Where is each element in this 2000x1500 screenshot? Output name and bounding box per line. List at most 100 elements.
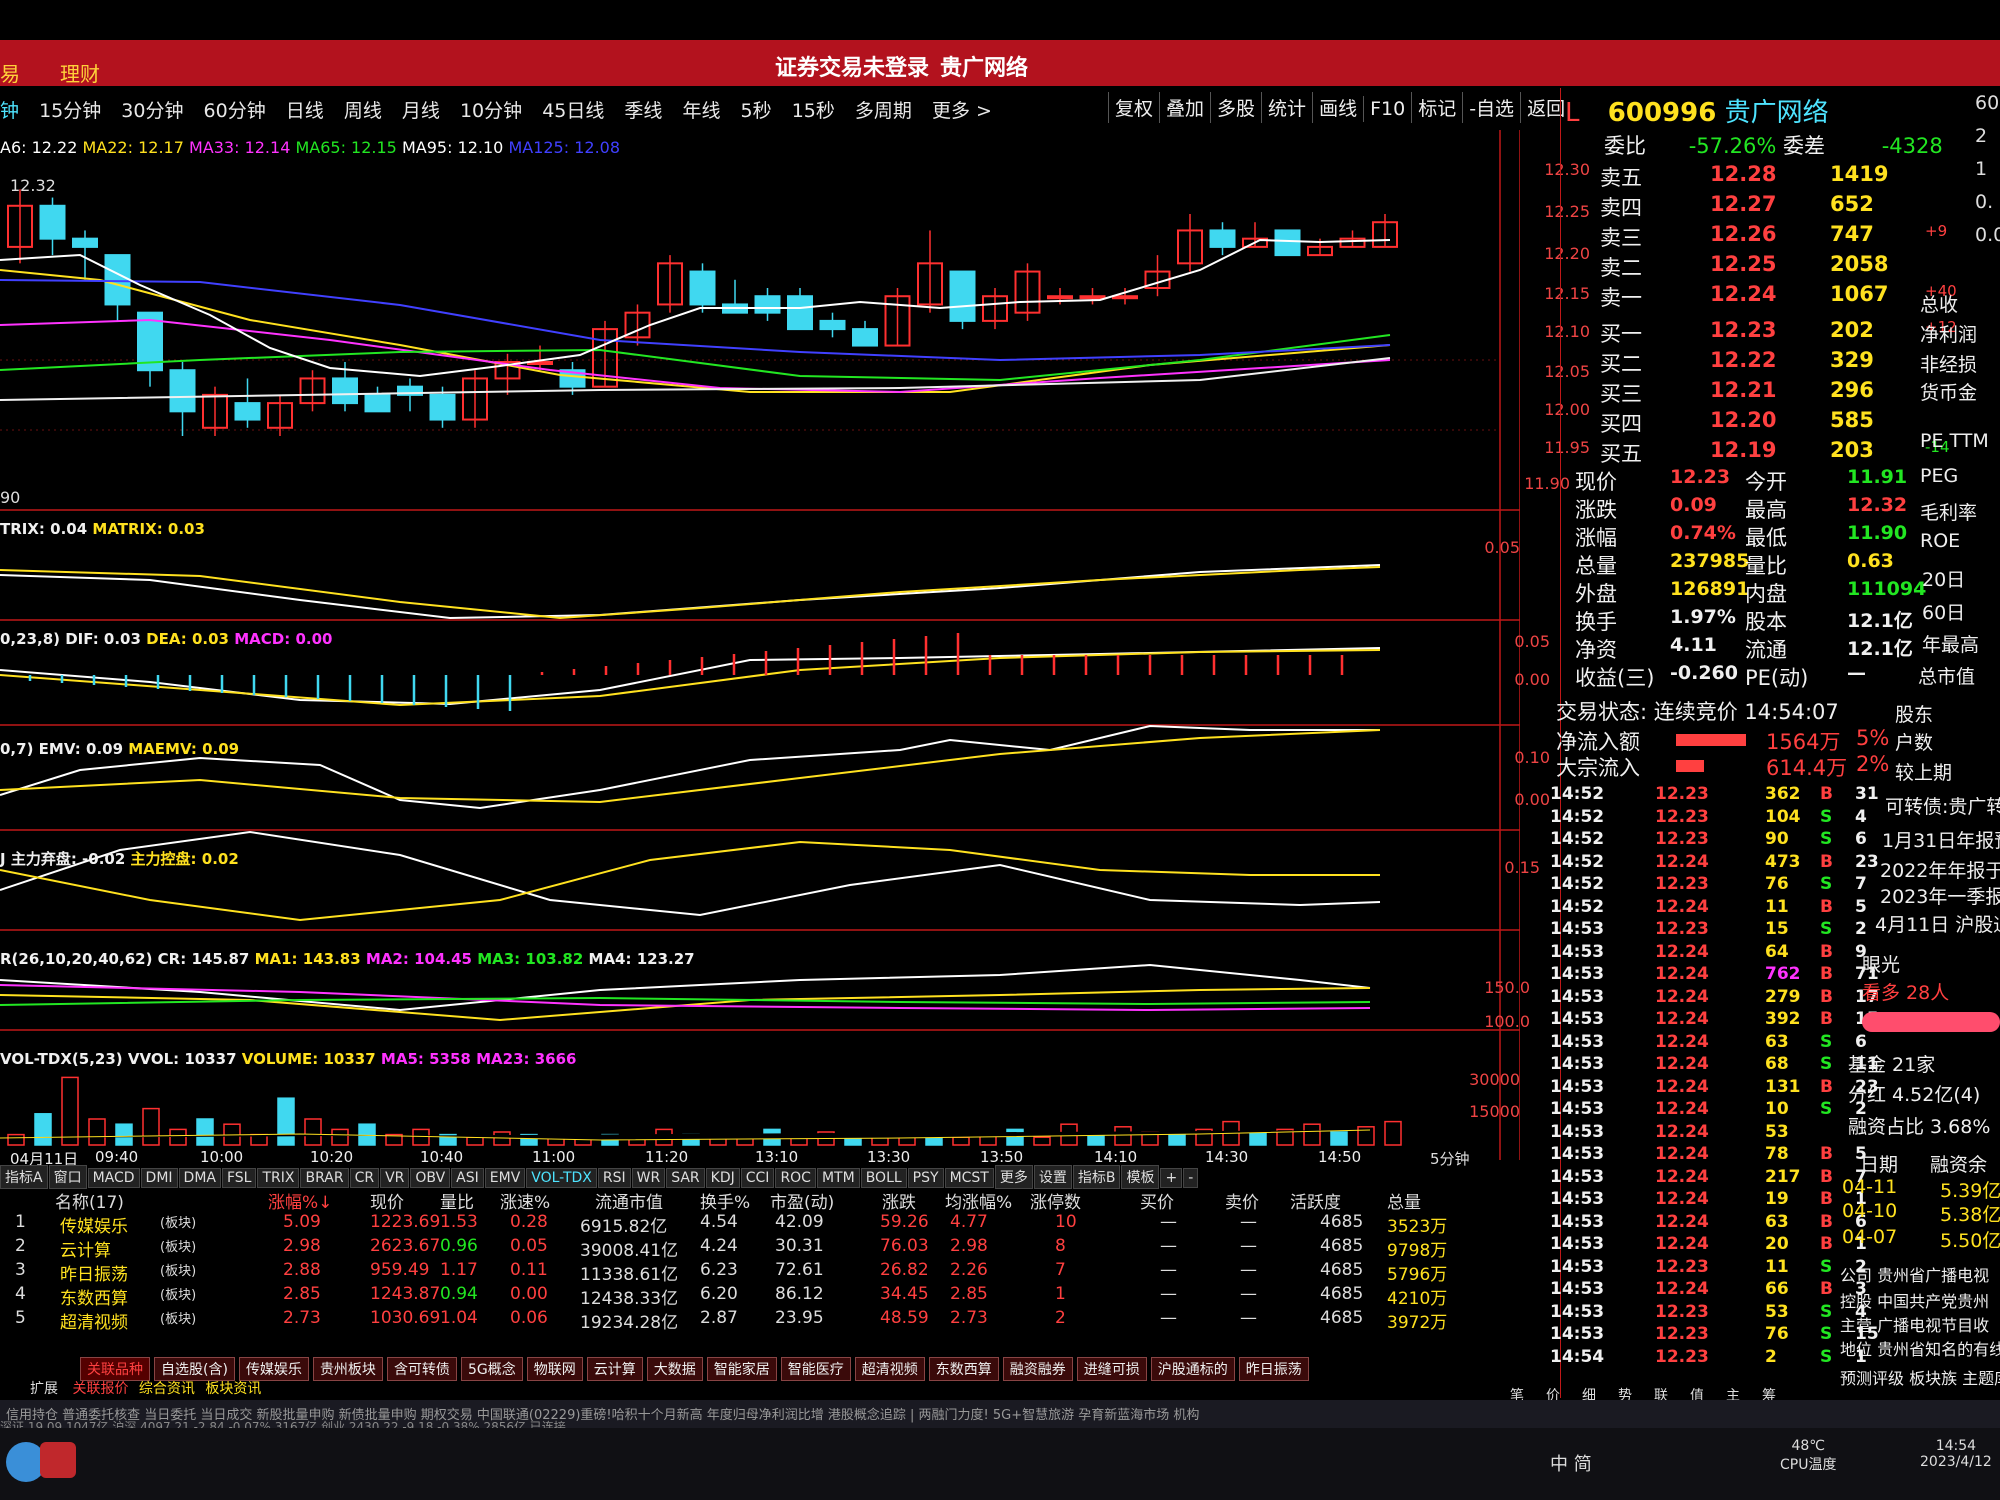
indicator-tab[interactable]: TRIX: [257, 1168, 300, 1188]
period-item[interactable]: 日线: [286, 100, 324, 122]
indicator-tab[interactable]: CR: [349, 1168, 380, 1188]
tool-draw-button[interactable]: 画线: [1312, 92, 1363, 123]
period-more[interactable]: 更多 >: [932, 100, 992, 122]
table-row[interactable]: 4 东数西算 (板块) 2.85 1243.87 0.94 0.00 12438.33亿 6.2…: [0, 1284, 1500, 1309]
indicator-tab[interactable]: 指标A: [0, 1165, 48, 1189]
sector-tab[interactable]: 昨日振荡: [1238, 1357, 1309, 1381]
indicator-tab[interactable]: 设置: [1033, 1165, 1072, 1189]
period-item[interactable]: 多周期: [855, 100, 912, 122]
ask-level[interactable]: 卖一 12.24 1067 +40: [1600, 282, 1957, 312]
period-item[interactable]: 5秒: [741, 100, 772, 122]
tool-f10-button[interactable]: F10: [1363, 96, 1411, 122]
sector-tab[interactable]: 进缝可损: [1076, 1357, 1147, 1381]
tab-sector-news[interactable]: 板块资讯: [205, 1381, 261, 1397]
bid-level[interactable]: 买三 12.21 296: [1600, 378, 1874, 408]
table-row[interactable]: 2 云计算 (板块) 2.98 2623.67 0.96 0.05 39008.41亿 4.24…: [0, 1236, 1500, 1261]
bid-level[interactable]: 买一 12.23 202 +12: [1600, 318, 1957, 348]
indicator-tab[interactable]: -: [1183, 1168, 1199, 1188]
col-header[interactable]: 涨跌: [882, 1188, 916, 1213]
indicator-tab[interactable]: 更多: [994, 1165, 1033, 1189]
indicator-tab[interactable]: BOLL: [860, 1168, 907, 1188]
indicator-tab[interactable]: CCI: [740, 1168, 775, 1188]
period-item[interactable]: 45日线: [542, 100, 604, 122]
ime-indicator[interactable]: 中 简: [1550, 1450, 1592, 1476]
sector-tab[interactable]: 含可转债: [386, 1357, 457, 1381]
tool-stats-button[interactable]: 统计: [1261, 92, 1312, 123]
tool-back-button[interactable]: 返回: [1520, 92, 1571, 123]
sector-tab[interactable]: 5G概念: [460, 1357, 523, 1381]
clock[interactable]: 14:54 2023/4/12: [1920, 1438, 1992, 1470]
table-row[interactable]: 3 昨日振荡 (板块) 2.88 959.49 1.17 0.11 11338.61亿 6.23…: [0, 1260, 1500, 1285]
indicator-tab[interactable]: MCST: [944, 1168, 994, 1188]
menu-finance[interactable]: 理财: [60, 58, 100, 87]
indicator-tab[interactable]: 窗口: [48, 1165, 87, 1189]
period-item[interactable]: 钟: [0, 100, 19, 122]
col-header[interactable]: 涨停数: [1030, 1188, 1081, 1213]
col-header[interactable]: 市盈(动): [770, 1188, 834, 1213]
indicator-tab[interactable]: +: [1160, 1168, 1183, 1188]
indicator-tab[interactable]: 模板: [1121, 1165, 1160, 1189]
sector-tab[interactable]: 融资融券: [1002, 1357, 1073, 1381]
col-header[interactable]: 名称(17): [55, 1188, 124, 1213]
table-row[interactable]: 5 超清视频 (板块) 2.73 1030.69 1.04 0.06 19234.28亿 2.8…: [0, 1308, 1500, 1333]
col-header[interactable]: 活跃度: [1290, 1188, 1341, 1213]
period-item[interactable]: 60分钟: [204, 100, 266, 122]
col-header[interactable]: 换手%: [700, 1188, 750, 1213]
indicator-tab[interactable]: 指标B: [1072, 1165, 1121, 1189]
indicator-tab[interactable]: BRAR: [300, 1168, 349, 1188]
col-header[interactable]: 均涨幅%: [945, 1188, 1012, 1213]
indicator-tab[interactable]: DMA: [178, 1168, 221, 1188]
period-item[interactable]: 月线: [402, 100, 440, 122]
indicator-tab[interactable]: ROC: [775, 1168, 816, 1188]
ask-level[interactable]: 卖五 12.28 1419: [1600, 162, 1888, 192]
col-header[interactable]: 买价: [1140, 1188, 1174, 1213]
sector-tab[interactable]: 东数西算: [928, 1357, 999, 1381]
tab-expand[interactable]: 扩展: [30, 1381, 58, 1397]
indicator-tab[interactable]: ASI: [451, 1168, 484, 1188]
tab-related-quote[interactable]: 关联报价: [72, 1381, 128, 1397]
app-icon[interactable]: [40, 1442, 76, 1478]
period-item[interactable]: 15秒: [792, 100, 835, 122]
period-item[interactable]: 15分钟: [39, 100, 101, 122]
bid-level[interactable]: 买四 12.20 585: [1600, 408, 1874, 438]
period-item[interactable]: 30分钟: [121, 100, 183, 122]
col-header[interactable]: 总量: [1387, 1188, 1421, 1213]
indicator-tab[interactable]: KDJ: [705, 1168, 740, 1188]
indicator-tab[interactable]: OBV: [410, 1168, 451, 1188]
tool-overlay-button[interactable]: 叠加: [1159, 92, 1210, 123]
sector-tab[interactable]: 沪股通标的: [1150, 1357, 1235, 1381]
sector-tab[interactable]: 智能家居: [706, 1357, 777, 1381]
ask-level[interactable]: 卖四 12.27 652: [1600, 192, 1874, 222]
bid-level[interactable]: 买二 12.22 329: [1600, 348, 1874, 378]
indicator-tab[interactable]: VOL-TDX: [526, 1168, 597, 1188]
col-header[interactable]: 量比: [440, 1188, 474, 1213]
period-item[interactable]: 周线: [344, 100, 382, 122]
indicator-tab[interactable]: RSI: [597, 1168, 631, 1188]
indicator-tab[interactable]: EMV: [484, 1168, 526, 1188]
menu-trade[interactable]: 易: [0, 58, 20, 87]
ask-level[interactable]: 卖二 12.25 2058: [1600, 252, 1888, 282]
col-header[interactable]: 流通市值: [595, 1188, 663, 1213]
period-item[interactable]: 10分钟: [460, 100, 522, 122]
period-item[interactable]: 季线: [624, 100, 662, 122]
sector-tab[interactable]: 智能医疗: [780, 1357, 851, 1381]
sector-tab[interactable]: 物联网: [526, 1357, 583, 1381]
indicator-tab[interactable]: MACD: [87, 1168, 140, 1188]
tab-news[interactable]: 综合资讯: [139, 1381, 195, 1397]
sector-tab[interactable]: 超清视频: [854, 1357, 925, 1381]
ask-level[interactable]: 卖三 12.26 747 +9: [1600, 222, 1947, 252]
indicator-tab[interactable]: SAR: [666, 1168, 705, 1188]
indicator-tab[interactable]: WR: [631, 1168, 666, 1188]
indicator-tab[interactable]: DMI: [140, 1168, 178, 1188]
table-row[interactable]: 1 传媒娱乐 (板块) 5.09 1223.69 1.53 0.28 6915.82亿 4.54…: [0, 1212, 1500, 1237]
sector-tab[interactable]: 云计算: [586, 1357, 643, 1381]
period-item[interactable]: 年线: [682, 100, 720, 122]
indicator-tab[interactable]: FSL: [221, 1168, 257, 1188]
tool-mark-button[interactable]: 标记: [1411, 92, 1462, 123]
sector-tab[interactable]: 贵州板块: [312, 1357, 383, 1381]
tool-multi-button[interactable]: 多股: [1210, 92, 1261, 123]
indicator-tab[interactable]: PSY: [907, 1168, 944, 1188]
col-header[interactable]: 涨速%: [500, 1188, 550, 1213]
tool-fuquan-button[interactable]: 复权: [1108, 92, 1159, 123]
indicator-tab[interactable]: MTM: [816, 1168, 860, 1188]
